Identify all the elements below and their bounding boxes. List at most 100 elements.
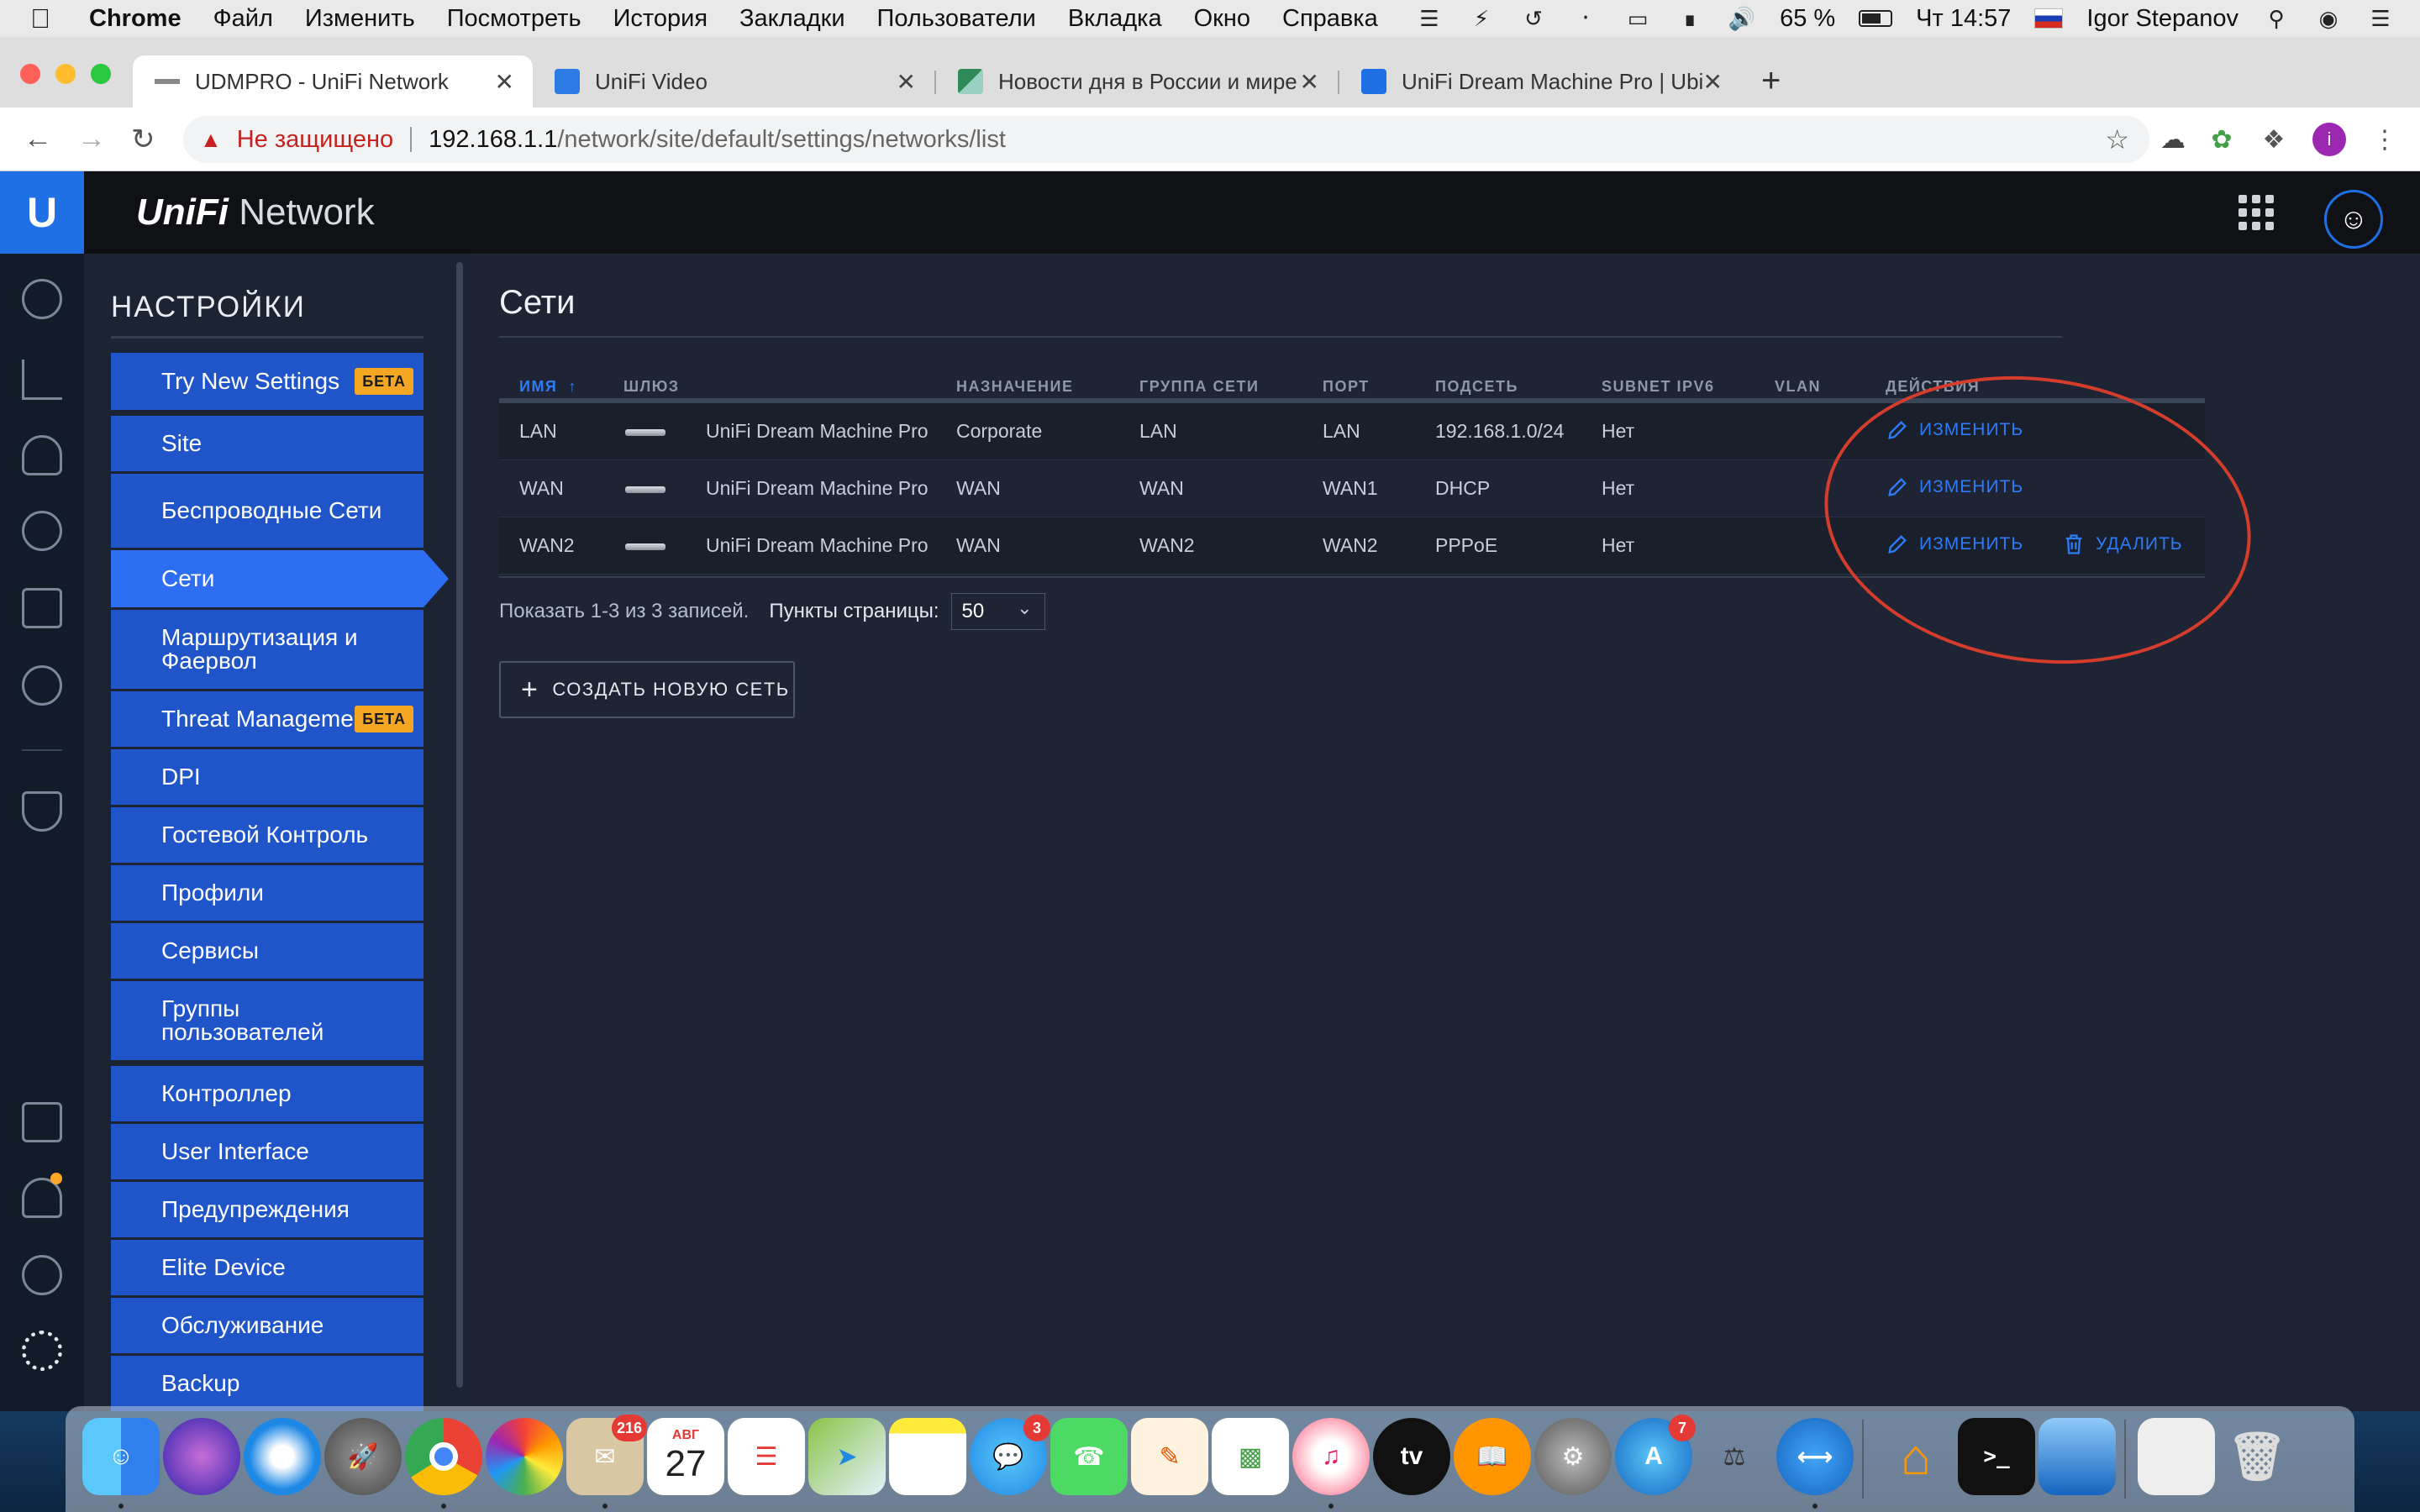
menu-item-history[interactable]: История: [613, 5, 708, 33]
url-host[interactable]: 192.168.1.1: [429, 126, 557, 154]
settings-item-profiles[interactable]: Профили: [111, 865, 424, 921]
per-page-select[interactable]: 50 ⌄: [950, 593, 1045, 630]
insights-icon[interactable]: [22, 665, 62, 706]
status-app-icon[interactable]: ☰: [1415, 6, 1444, 31]
settings-item-backup[interactable]: Backup: [111, 1356, 424, 1411]
apple-tv-icon[interactable]: tv: [1373, 1418, 1450, 1495]
safari-icon[interactable]: [244, 1418, 321, 1495]
menu-item-file[interactable]: Файл: [213, 5, 273, 33]
col-group-header[interactable]: ГРУППА СЕТИ: [1139, 378, 1259, 396]
col-port-header[interactable]: ПОРТ: [1323, 378, 1370, 396]
trash-icon[interactable]: 🗑: [2218, 1418, 2296, 1495]
forward-arrow-icon[interactable]: →: [77, 123, 106, 155]
battery-icon[interactable]: [1859, 10, 1893, 27]
profile-avatar-icon[interactable]: i: [2312, 123, 2346, 156]
menu-app-name[interactable]: Chrome: [89, 5, 182, 33]
settings-item-guest-control[interactable]: Гостевой Контроль: [111, 807, 424, 863]
settings-item-services[interactable]: Сервисы: [111, 923, 424, 979]
user-account-icon[interactable]: ☺: [2324, 190, 2383, 249]
teamviewer-icon[interactable]: ⟷: [1776, 1418, 1854, 1495]
wifi-icon[interactable]: ∎: [1676, 6, 1704, 31]
document-stack-icon[interactable]: [2138, 1418, 2215, 1495]
books-icon[interactable]: 📖: [1454, 1418, 1531, 1495]
settings-item-try-new[interactable]: Try New Settings БЕТА: [111, 353, 424, 410]
devices-icon[interactable]: [22, 511, 62, 551]
music-icon[interactable]: ♫: [1292, 1418, 1370, 1495]
window-close-button[interactable]: [20, 64, 40, 84]
col-ipv6-header[interactable]: SUBNET IPV6: [1602, 378, 1715, 396]
not-secure-label[interactable]: Не защищено: [237, 126, 393, 154]
help-icon[interactable]: [22, 1255, 62, 1295]
url-path[interactable]: /network/site/default/settings/networks/…: [557, 126, 1006, 154]
back-arrow-icon[interactable]: ←: [24, 123, 52, 155]
calendar-icon[interactable]: АВГ 27: [647, 1418, 724, 1495]
settings-item-threat-management[interactable]: Threat Manageme БЕТА: [111, 691, 424, 747]
photos-icon[interactable]: [486, 1418, 563, 1495]
tab-unifi-video[interactable]: UniFi Video ✕: [533, 55, 934, 108]
chrome-menu-icon[interactable]: ⋮: [2368, 123, 2402, 156]
spotlight-search-icon[interactable]: ⚲: [2262, 6, 2291, 31]
col-vlan-header[interactable]: VLAN: [1775, 378, 1821, 396]
menu-user-name[interactable]: Igor Stepanov: [2086, 5, 2238, 33]
settings-item-controller[interactable]: Контроллер: [111, 1066, 424, 1121]
tab-udm-pro-store[interactable]: UniFi Dream Machine Pro | Ubi ✕: [1339, 55, 1741, 108]
mail-icon[interactable]: ✉ 216: [566, 1415, 647, 1495]
settings-item-elite-device[interactable]: Elite Device: [111, 1240, 424, 1295]
tab-close-icon[interactable]: ✕: [1300, 68, 1319, 96]
app-grid-icon[interactable]: [2238, 195, 2274, 230]
battery-percent[interactable]: 65 %: [1780, 5, 1835, 33]
settings-item-user-groups[interactable]: Группы пользователей: [111, 981, 424, 1060]
tab-close-icon[interactable]: ✕: [1703, 68, 1723, 96]
menu-item-people[interactable]: Пользователи: [877, 5, 1036, 33]
tab-udmpro[interactable]: UDMPRO - UniFi Network ✕: [133, 55, 533, 108]
edit-button[interactable]: ИЗМЕНИТЬ: [1886, 418, 2023, 442]
reload-icon[interactable]: ↻: [131, 123, 155, 156]
menu-item-tab[interactable]: Вкладка: [1068, 5, 1162, 33]
settings-item-networks[interactable]: Сети: [111, 550, 424, 607]
delete-button[interactable]: УДАЛИТЬ: [2062, 533, 2183, 556]
settings-gear-icon[interactable]: [22, 1331, 62, 1371]
menu-clock[interactable]: Чт 14:57: [1916, 5, 2011, 33]
edit-button[interactable]: ИЗМЕНИТЬ: [1886, 475, 2023, 499]
airplay-icon[interactable]: ▭: [1623, 6, 1652, 31]
downloads-stack-icon[interactable]: [2039, 1418, 2116, 1495]
terminal-icon[interactable]: >_: [1958, 1418, 2035, 1495]
address-bar[interactable]: ▲ Не защищено 192.168.1.1 /network/site/…: [183, 116, 2149, 163]
chrome-icon[interactable]: [405, 1418, 482, 1495]
siri-icon[interactable]: ◉: [2314, 6, 2343, 31]
extension-off-icon[interactable]: ☁: [2156, 123, 2190, 156]
warning-icon[interactable]: ▲: [200, 127, 222, 153]
menu-item-bookmarks[interactable]: Закладки: [739, 5, 845, 33]
col-subnet-header[interactable]: ПОДСЕТЬ: [1435, 378, 1518, 396]
maps-icon[interactable]: ➤: [808, 1418, 886, 1495]
create-network-button[interactable]: + СОЗДАТЬ НОВУЮ СЕТЬ: [499, 661, 795, 718]
bluetooth-icon[interactable]: ᛫: [1571, 6, 1600, 31]
notes-icon[interactable]: [889, 1418, 966, 1495]
menu-item-window[interactable]: Окно: [1194, 5, 1250, 33]
threat-shield-icon[interactable]: [22, 791, 62, 832]
col-purpose-header[interactable]: НАЗНАЧЕНИЕ: [956, 378, 1074, 396]
volume-icon[interactable]: 🔊: [1728, 6, 1756, 31]
menu-item-edit[interactable]: Изменить: [305, 5, 415, 33]
tab-close-icon[interactable]: ✕: [495, 68, 514, 96]
pages-icon[interactable]: ✎: [1131, 1418, 1208, 1495]
window-zoom-button[interactable]: [91, 64, 111, 84]
launchpad-icon[interactable]: 🚀: [324, 1418, 402, 1495]
col-gateway-header[interactable]: ШЛЮЗ: [623, 378, 680, 396]
settings-item-user-interface[interactable]: User Interface: [111, 1124, 424, 1179]
system-preferences-icon[interactable]: ⚙: [1534, 1418, 1612, 1495]
events-calendar-icon[interactable]: [22, 1102, 62, 1142]
extensions-puzzle-icon[interactable]: ❖: [2257, 123, 2291, 156]
table-row[interactable]: WAN UniFi Dream Machine Pro WAN WAN WAN1…: [499, 460, 2205, 517]
numbers-icon[interactable]: ▩: [1212, 1418, 1289, 1495]
apple-icon[interactable]: : [30, 3, 64, 34]
settings-item-maintenance[interactable]: Обслуживание: [111, 1298, 424, 1353]
table-row[interactable]: WAN2 UniFi Dream Machine Pro WAN WAN2 WA…: [499, 517, 2205, 575]
dashboard-icon[interactable]: [22, 279, 62, 319]
map-icon[interactable]: [22, 435, 62, 475]
settings-item-site[interactable]: Site: [111, 416, 424, 471]
finder-icon[interactable]: ☺: [82, 1418, 160, 1495]
settings-item-dpi[interactable]: DPI: [111, 749, 424, 805]
notification-center-icon[interactable]: ☰: [2366, 6, 2395, 31]
lightning-icon[interactable]: ⚡: [1467, 6, 1496, 31]
